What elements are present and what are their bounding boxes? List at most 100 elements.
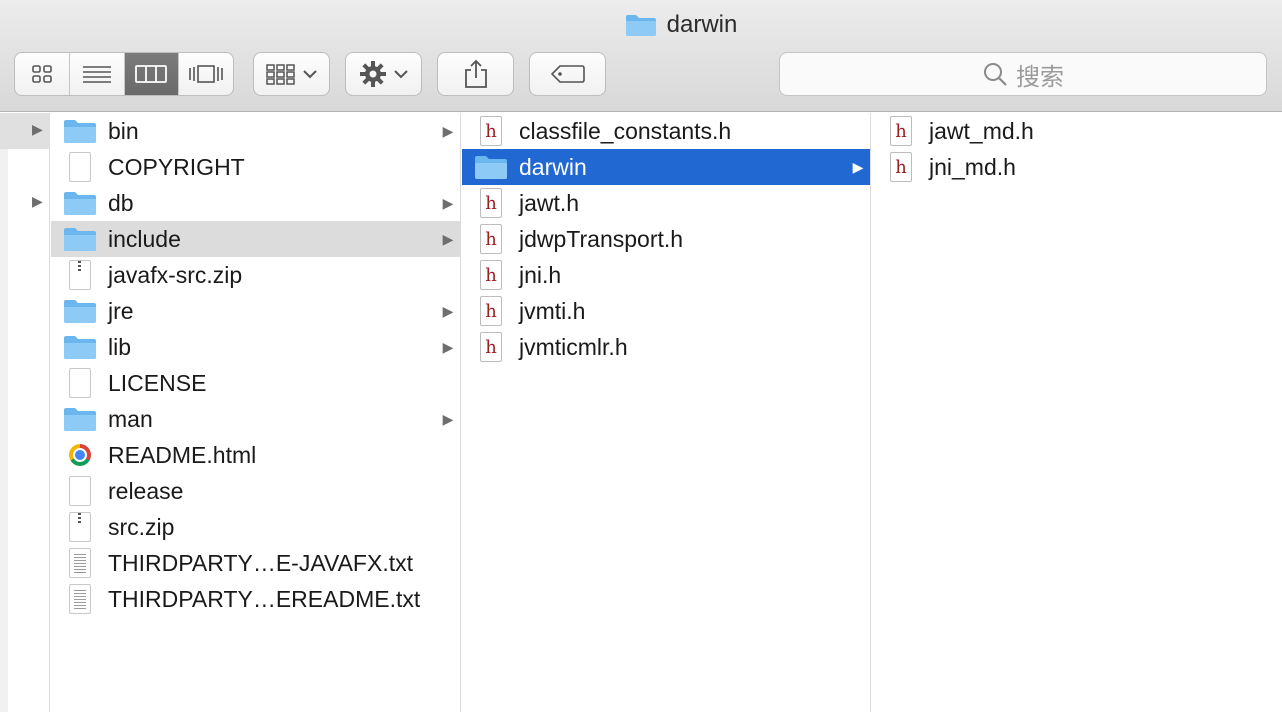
header-file-icon: h [884,152,918,182]
item-label: README.html [108,441,257,468]
coverflow-view-icon [189,65,223,83]
view-mode-segmented-control[interactable] [14,52,234,96]
header-file-icon: h [474,260,508,290]
list-view-button[interactable] [70,53,125,95]
file-row[interactable]: h jvmticmlr.h [462,329,870,365]
item-label: THIRDPARTY…E-JAVAFX.txt [108,549,413,576]
item-label: jni_md.h [929,153,1016,180]
window-title-label: darwin [666,11,738,38]
text-file-icon [63,548,97,578]
column-view-button[interactable] [124,53,180,95]
item-label: man [108,405,153,432]
disclosure-arrow-icon: ▶ [442,230,454,247]
column-1[interactable]: bin ▶ COPYRIGHT db ▶ include ▶ javafx-src.zip jr… [51,113,461,712]
zip-file-icon [63,260,97,290]
folder-icon [625,15,656,36]
disclosure-triangle-icon[interactable]: ▶ [32,193,43,210]
file-row[interactable]: release [51,473,460,509]
header-file-icon: h [474,296,508,326]
item-label: lib [108,333,132,360]
item-label: include [108,225,181,252]
chevron-down-icon [302,70,317,79]
search-placeholder: 搜索 [1016,63,1064,91]
file-row[interactable]: LICENSE [51,365,460,401]
folder-icon [63,404,97,434]
column-browser: ▶ ▶ bin ▶ COPYRIGHT db ▶ include ▶ javafx-src.z… [0,113,1282,712]
folder-row[interactable]: darwin ▶ [462,149,870,185]
disclosure-arrow-icon: ▶ [442,338,454,355]
file-row[interactable]: COPYRIGHT [51,149,460,185]
file-row[interactable]: h classfile_constants.h [462,113,870,149]
chrome-document-icon [63,440,97,470]
arrange-icon [265,64,295,85]
disclosure-arrow-icon: ▶ [852,158,864,175]
scroll-strip [0,113,8,712]
folder-row[interactable]: lib ▶ [51,329,460,365]
folder-row[interactable]: db ▶ [51,185,460,221]
share-button[interactable] [437,52,514,96]
action-menu-button[interactable] [345,52,422,96]
file-row[interactable]: javafx-src.zip [51,257,460,293]
folder-row[interactable]: bin ▶ [51,113,460,149]
header-file-icon: h [474,188,508,218]
folder-icon [63,116,97,146]
share-icon [464,59,487,88]
zip-file-icon [63,512,97,542]
tags-button[interactable] [529,52,606,96]
icon-view-button[interactable] [15,53,70,95]
arrange-menu-button[interactable] [253,52,330,96]
item-label: THIRDPARTY…EREADME.txt [108,585,421,612]
item-label: jawt.h [519,189,580,216]
file-row[interactable]: h jvmti.h [462,293,870,329]
item-label: jdwpTransport.h [519,225,684,252]
item-label: src.zip [108,513,175,540]
header-file-icon: h [474,332,508,362]
folder-icon [63,188,97,218]
folder-row[interactable]: man ▶ [51,401,460,437]
chevron-down-icon [393,70,408,79]
item-label: classfile_constants.h [519,117,732,144]
file-row[interactable]: h jdwpTransport.h [462,221,870,257]
disclosure-triangle-icon[interactable]: ▶ [32,121,43,138]
file-row[interactable]: h jawt.h [462,185,870,221]
item-label: jni.h [519,261,562,288]
item-label: jawt_md.h [929,117,1034,144]
search-field[interactable]: 搜索 [779,52,1267,96]
list-view-icon [82,66,111,83]
coverflow-view-button[interactable] [179,53,233,95]
file-row[interactable]: h jawt_md.h [872,113,1282,149]
document-icon [63,152,97,182]
file-row[interactable]: THIRDPARTY…E-JAVAFX.txt [51,545,460,581]
folder-icon [474,152,508,182]
column-view-icon [135,65,168,83]
item-label: db [108,189,134,216]
document-icon [63,368,97,398]
file-row[interactable]: README.html [51,437,460,473]
column-3[interactable]: h jawt_md.h h jni_md.h [872,113,1282,712]
header-file-icon: h [474,116,508,146]
header-file-icon: h [474,224,508,254]
column-2[interactable]: h classfile_constants.h darwin ▶ h jawt.h h jdw… [462,113,871,712]
window-title: darwin [0,10,1282,40]
folder-icon [63,224,97,254]
folder-row[interactable]: include ▶ [51,221,460,257]
file-row[interactable]: src.zip [51,509,460,545]
text-file-icon [63,584,97,614]
disclosure-arrow-icon: ▶ [442,194,454,211]
document-icon [63,476,97,506]
folder-row[interactable]: jre ▶ [51,293,460,329]
header-file-icon: h [884,116,918,146]
file-row[interactable]: h jni.h [462,257,870,293]
folder-icon [63,332,97,362]
item-label: darwin [519,153,587,180]
file-row[interactable]: THIRDPARTY…EREADME.txt [51,581,460,617]
item-label: jvmticmlr.h [519,333,628,360]
item-label: javafx-src.zip [108,261,243,288]
file-row[interactable]: h jni_md.h [872,149,1282,185]
item-label: bin [108,117,139,144]
parent-column-strip[interactable]: ▶ ▶ [0,113,50,712]
item-label: COPYRIGHT [108,153,245,180]
tag-icon [550,65,585,83]
item-label: jre [108,297,134,324]
gear-icon [359,61,386,87]
